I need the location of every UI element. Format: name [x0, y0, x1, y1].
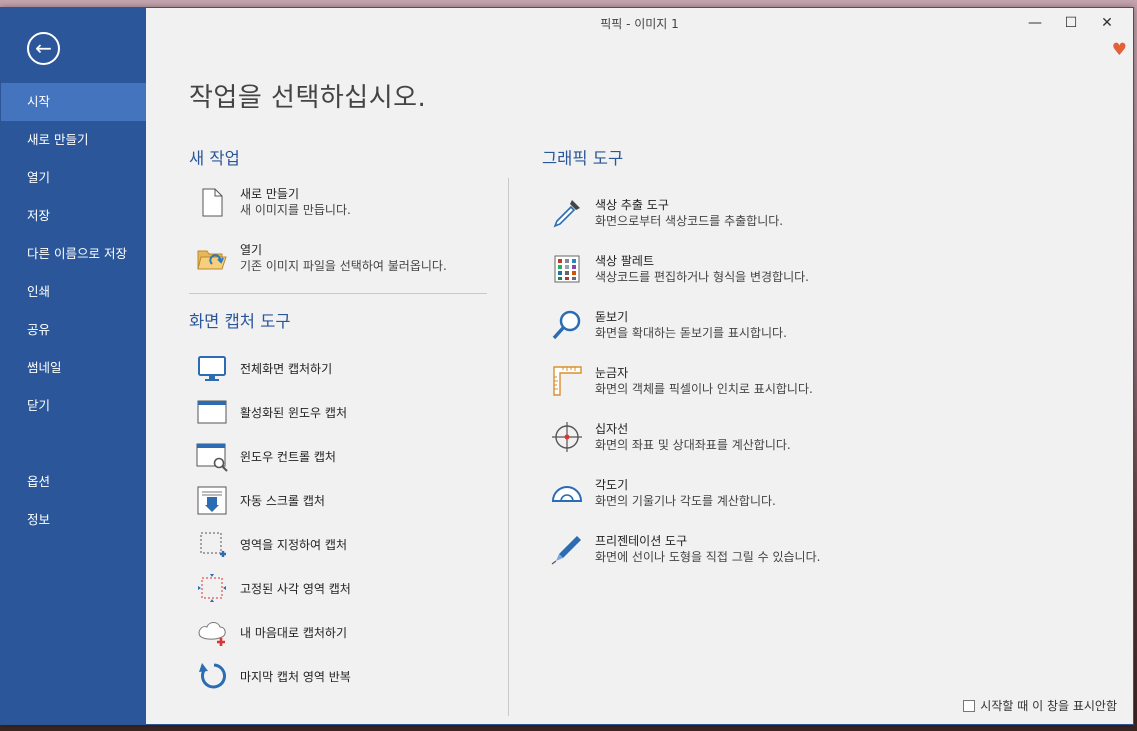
- capture-label: 활성화된 윈도우 캡처: [240, 405, 347, 420]
- sidebar-item-new[interactable]: 새로 만들기: [1, 121, 146, 159]
- task-title: 새로 만들기: [240, 187, 300, 201]
- checkbox-label: 시작할 때 이 창을 표시안함: [980, 699, 1117, 713]
- new-task-heading: 새 작업: [189, 149, 240, 168]
- color-palette-button[interactable]: 색상 팔레트 색상코드를 편집하거나 형식을 변경합니다.: [551, 253, 809, 285]
- sidebar-item-options[interactable]: 옵션: [1, 463, 146, 501]
- color-picker-button[interactable]: 색상 추출 도구 화면으로부터 색상코드를 추출합니다.: [551, 197, 783, 229]
- window-title: 픽픽 - 이미지 1: [600, 17, 679, 31]
- task-title: 열기: [240, 243, 263, 257]
- capture-label: 내 마음대로 캡처하기: [240, 625, 347, 640]
- open-folder-icon: [197, 250, 227, 270]
- region-capture-button[interactable]: 영역을 지정하여 캡처: [196, 528, 347, 560]
- capture-label: 윈도우 컨트롤 캡처: [240, 449, 336, 464]
- ruler-icon: [553, 366, 582, 396]
- freehand-capture-icon: [198, 622, 226, 646]
- tool-title: 각도기: [595, 478, 629, 492]
- checkbox-box[interactable]: [963, 699, 976, 712]
- sidebar-item-print[interactable]: 인쇄: [1, 273, 146, 311]
- task-desc: 새 이미지를 만듭니다.: [240, 203, 351, 217]
- fullscreen-capture-button[interactable]: 전체화면 캡처하기: [196, 352, 332, 384]
- tool-desc: 화면의 좌표 및 상대좌표를 계산합니다.: [595, 438, 791, 452]
- tool-title: 돋보기: [595, 310, 629, 324]
- tool-title: 프리젠테이션 도구: [595, 534, 688, 548]
- capture-label: 영역을 지정하여 캡처: [240, 537, 347, 552]
- presentation-tool-button[interactable]: 프리젠테이션 도구 화면에 선이나 도형을 직접 그릴 수 있습니다.: [551, 533, 820, 565]
- minimize-icon[interactable]: —: [1017, 10, 1053, 36]
- tool-title: 눈금자: [595, 366, 629, 380]
- tool-desc: 화면의 객체를 픽셀이나 인치로 표시합니다.: [595, 382, 813, 396]
- tool-desc: 화면으로부터 색상코드를 추출합니다.: [595, 214, 784, 228]
- open-image-button[interactable]: 열기 기존 이미지 파일을 선택하여 불러옵니다.: [196, 242, 447, 274]
- page-title: 작업을 선택하십시오.: [189, 83, 427, 113]
- magnifier-button[interactable]: 돋보기 화면을 확대하는 돋보기를 표시합니다.: [551, 309, 787, 341]
- fixed-region-capture-button[interactable]: 고정된 사각 영역 캡처: [196, 572, 351, 604]
- monitor-icon: [198, 356, 226, 381]
- pen-icon: [551, 536, 581, 565]
- crosshair-button[interactable]: 십자선 화면의 좌표 및 상대좌표를 계산합니다.: [551, 421, 791, 453]
- tool-title: 십자선: [595, 422, 629, 436]
- active-window-capture-button[interactable]: 활성화된 윈도우 캡처: [196, 396, 347, 428]
- repeat-capture-icon: [199, 663, 226, 689]
- fixed-region-icon: [198, 574, 226, 602]
- graphic-tools-heading: 그래픽 도구: [542, 149, 624, 168]
- magnifier-icon: [552, 310, 581, 340]
- capture-label: 고정된 사각 영역 캡처: [240, 581, 351, 596]
- active-window-icon: [197, 400, 227, 424]
- freehand-capture-button[interactable]: 내 마음대로 캡처하기: [196, 616, 347, 648]
- sidebar-item-save[interactable]: 저장: [1, 197, 146, 235]
- repeat-capture-button[interactable]: 마지막 캡처 영역 반복: [196, 660, 351, 692]
- crosshair-icon: [552, 422, 582, 452]
- tool-desc: 화면의 기울기나 각도를 계산합니다.: [595, 494, 776, 508]
- protractor-button[interactable]: 각도기 화면의 기울기나 각도를 계산합니다.: [551, 477, 776, 509]
- maximize-icon[interactable]: ☐: [1053, 10, 1089, 36]
- sidebar: ← 시작 새로 만들기 열기 저장 다른 이름으로 저장 인쇄 공유 썸네일 닫…: [1, 8, 146, 724]
- tool-desc: 색상코드를 편집하거나 형식을 변경합니다.: [595, 270, 809, 284]
- app-window: ← 시작 새로 만들기 열기 저장 다른 이름으로 저장 인쇄 공유 썸네일 닫…: [0, 7, 1134, 725]
- protractor-icon: [551, 486, 583, 502]
- column-divider: [508, 178, 509, 716]
- sidebar-item-thumbnail[interactable]: 썸네일: [1, 349, 146, 387]
- window-control-capture-button[interactable]: 윈도우 컨트롤 캡처: [196, 440, 336, 472]
- back-arrow-icon[interactable]: ←: [27, 32, 60, 65]
- scroll-capture-icon: [197, 486, 227, 515]
- ruler-button[interactable]: 눈금자 화면의 객체를 픽셀이나 인치로 표시합니다.: [551, 365, 813, 397]
- section-divider: [189, 293, 487, 294]
- sidebar-item-save-as[interactable]: 다른 이름으로 저장: [1, 235, 146, 273]
- close-icon[interactable]: ✕: [1089, 10, 1125, 36]
- tool-desc: 화면을 확대하는 돋보기를 표시합니다.: [595, 326, 787, 340]
- capture-label: 마지막 캡처 영역 반복: [240, 669, 351, 684]
- blank-page-icon: [202, 188, 223, 217]
- new-image-button[interactable]: 새로 만들기 새 이미지를 만듭니다.: [196, 186, 351, 218]
- tool-title: 색상 추출 도구: [595, 198, 669, 212]
- palette-icon: [554, 255, 580, 283]
- sidebar-item-close[interactable]: 닫기: [1, 387, 146, 425]
- sidebar-nav: 시작 새로 만들기 열기 저장 다른 이름으로 저장 인쇄 공유 썸네일 닫기 …: [1, 83, 146, 539]
- sidebar-item-about[interactable]: 정보: [1, 501, 146, 539]
- tool-desc: 화면에 선이나 도형을 직접 그릴 수 있습니다.: [595, 550, 821, 564]
- sidebar-item-start[interactable]: 시작: [1, 83, 146, 121]
- capture-label: 자동 스크롤 캡처: [240, 493, 325, 508]
- title-bar: 픽픽 - 이미지 1 — ☐ ✕: [146, 8, 1133, 38]
- heart-icon[interactable]: ♥: [1112, 40, 1127, 60]
- window-controls: — ☐ ✕: [1017, 10, 1125, 36]
- sidebar-item-share[interactable]: 공유: [1, 311, 146, 349]
- scroll-capture-button[interactable]: 자동 스크롤 캡처: [196, 484, 325, 516]
- sidebar-item-open[interactable]: 열기: [1, 159, 146, 197]
- capture-tools-heading: 화면 캡처 도구: [189, 312, 291, 331]
- eyedropper-icon: [553, 200, 580, 228]
- window-control-icon: [196, 443, 228, 472]
- tool-title: 색상 팔레트: [595, 254, 655, 268]
- capture-label: 전체화면 캡처하기: [240, 361, 333, 376]
- region-capture-icon: [200, 532, 226, 557]
- dont-show-on-start-checkbox[interactable]: 시작할 때 이 창을 표시안함: [963, 697, 1117, 714]
- task-desc: 기존 이미지 파일을 선택하여 불러옵니다.: [240, 259, 447, 273]
